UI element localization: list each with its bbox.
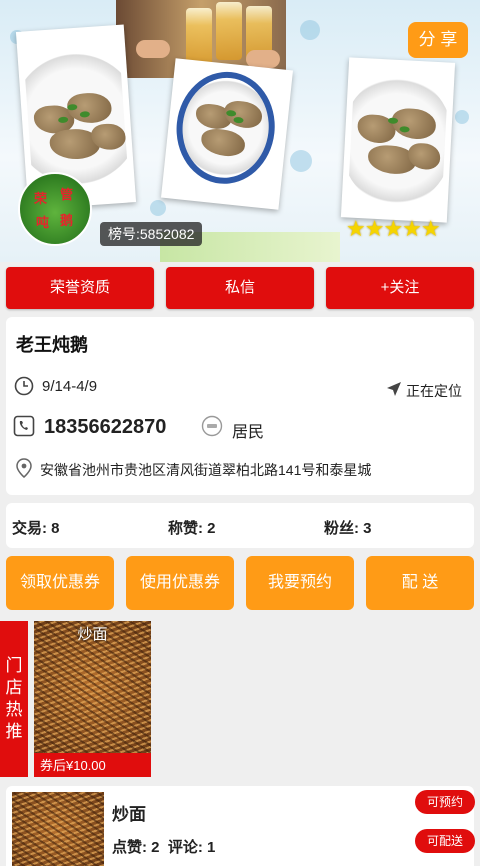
hot-item-name: 炒面 bbox=[77, 626, 108, 643]
clock-icon bbox=[14, 376, 34, 396]
avatar-char: 鹅 bbox=[60, 213, 74, 228]
tab-char: 热 bbox=[5, 700, 23, 719]
store-info-card: 老王炖鹅 9/14-4/9 正在定位 18356622870 居民 安徽省池州市… bbox=[6, 317, 474, 495]
tab-char: 门 bbox=[5, 656, 23, 675]
rating-stars: ★★★★★ bbox=[346, 216, 441, 241]
food-photo-right bbox=[340, 57, 456, 223]
tab-char: 推 bbox=[5, 722, 23, 741]
snow-dot bbox=[290, 150, 312, 172]
hand-shape bbox=[136, 40, 170, 58]
likes-count: 称赞: 2 bbox=[168, 520, 216, 537]
hot-item-price: 券后¥10.00 bbox=[40, 758, 106, 773]
business-hours: 9/14-4/9 bbox=[42, 378, 98, 395]
store-type: 居民 bbox=[232, 424, 265, 441]
store-name: 老王炖鹅 bbox=[16, 335, 88, 355]
resident-icon bbox=[201, 415, 223, 437]
deliverable-badge[interactable]: 可配送 bbox=[415, 829, 475, 853]
store-address[interactable]: 安徽省池州市贵池区清风街道翠柏北路141号和泰星城 bbox=[40, 460, 371, 480]
snow-dot bbox=[150, 200, 166, 216]
phone-number[interactable]: 18356622870 bbox=[44, 416, 166, 439]
navigation-icon bbox=[387, 382, 401, 396]
use-coupon-button[interactable]: 使用优惠券 bbox=[126, 556, 234, 610]
product-row[interactable]: 炒面 点赞: 2 评论: 1 可预约 可配送 bbox=[6, 786, 475, 866]
store-banner: 荣 管 吨 鹅 榜号:5852082 ★★★★★ 分 享 bbox=[0, 0, 480, 262]
snow-dot bbox=[300, 20, 320, 40]
product-name: 炒面 bbox=[112, 805, 146, 824]
avatar-char: 吨 bbox=[36, 215, 50, 230]
reserve-button[interactable]: 我要预约 bbox=[246, 556, 354, 610]
location-pin-icon bbox=[16, 458, 32, 478]
beer-glass bbox=[186, 8, 212, 66]
honor-button[interactable]: 荣誉资质 bbox=[6, 267, 154, 309]
phone-icon bbox=[13, 415, 35, 437]
product-image bbox=[12, 792, 104, 866]
beer-glass bbox=[216, 2, 242, 60]
fans-count: 粉丝: 3 bbox=[324, 520, 372, 537]
hot-item-card[interactable]: 炒面 券后¥10.00 bbox=[34, 621, 151, 777]
food-photo-center bbox=[161, 58, 293, 210]
stats-bar: 交易: 8 称赞: 2 粉丝: 3 bbox=[6, 503, 474, 548]
trades-count: 交易: 8 bbox=[12, 520, 60, 537]
avatar-char: 管 bbox=[60, 187, 74, 202]
follow-button[interactable]: +关注 bbox=[326, 267, 474, 309]
rank-badge: 榜号:5852082 bbox=[100, 222, 203, 246]
delivery-button[interactable]: 配 送 bbox=[366, 556, 474, 610]
tab-char: 店 bbox=[5, 678, 23, 697]
locating-status[interactable]: 正在定位 bbox=[406, 381, 462, 401]
message-button[interactable]: 私信 bbox=[166, 267, 314, 309]
hot-recommend-tab: 门 店 热 推 bbox=[0, 621, 28, 777]
reservable-badge[interactable]: 可预约 bbox=[415, 790, 475, 814]
snow-dot bbox=[455, 110, 469, 124]
get-coupon-button[interactable]: 领取优惠券 bbox=[6, 556, 114, 610]
share-button[interactable]: 分 享 bbox=[408, 22, 468, 58]
store-avatar[interactable]: 荣 管 吨 鹅 bbox=[18, 172, 92, 246]
avatar-char: 荣 bbox=[34, 191, 48, 206]
